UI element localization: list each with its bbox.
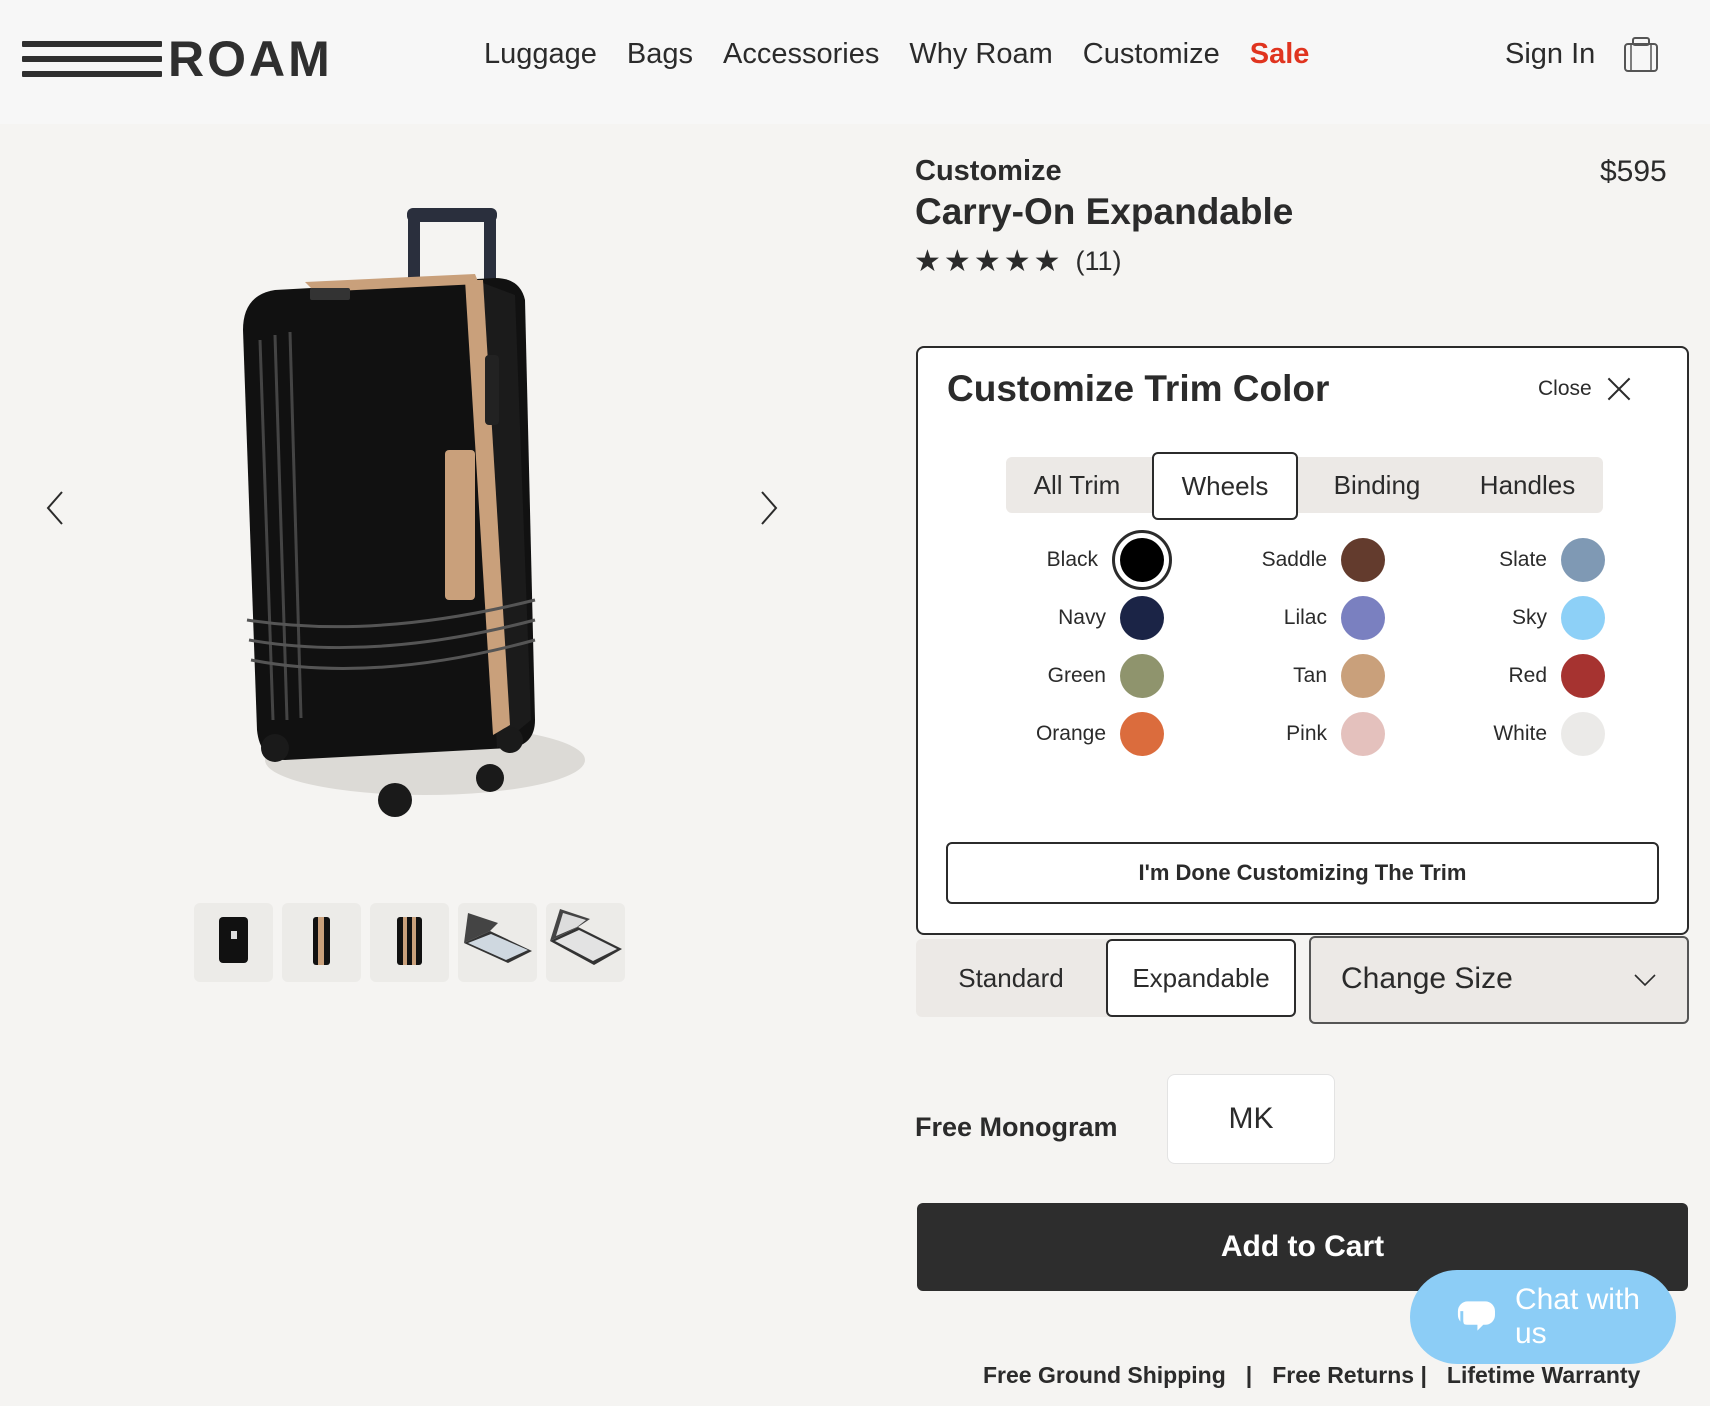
perk-separator: | [1245, 1362, 1253, 1388]
sign-in-link[interactable]: Sign In [1505, 38, 1595, 71]
product-image [243, 208, 585, 817]
color-label: Sky [1511, 606, 1547, 629]
monogram-label: Free Monogram [915, 1112, 1118, 1142]
color-option-white[interactable]: White [1405, 712, 1605, 756]
gallery-prev-icon[interactable] [42, 488, 72, 528]
perk-warranty: Lifetime Warranty [1446, 1362, 1641, 1388]
color-option-black[interactable]: Black [964, 530, 1172, 590]
color-swatch[interactable] [1341, 538, 1385, 582]
done-customizing-button[interactable]: I'm Done Customizing The Trim [946, 842, 1659, 904]
color-swatch[interactable] [1561, 654, 1605, 698]
color-label: Slate [1499, 548, 1547, 571]
nav-sale[interactable]: Sale [1250, 38, 1310, 71]
trim-tabs: All Trim Wheels Binding Handles [1006, 452, 1603, 520]
color-swatch[interactable] [1120, 596, 1164, 640]
color-swatch[interactable] [1341, 654, 1385, 698]
monogram-input[interactable]: MK [1167, 1074, 1335, 1164]
color-swatch[interactable] [1561, 538, 1605, 582]
close-label: Close [1538, 377, 1592, 400]
thumbnail-strip [194, 903, 625, 982]
color-option-pink[interactable]: Pink [1185, 712, 1385, 756]
color-label: Pink [1286, 722, 1327, 745]
color-label: Lilac [1283, 606, 1327, 629]
thumbnail-side[interactable] [282, 903, 361, 982]
size-toggle: Standard Expandable [916, 939, 1296, 1017]
color-label: Navy [1058, 606, 1106, 629]
color-option-red[interactable]: Red [1405, 654, 1605, 698]
color-option-lilac[interactable]: Lilac [1185, 596, 1385, 640]
logo-lines-icon [22, 41, 162, 77]
change-size-label: Change Size [1341, 962, 1513, 995]
thumbnail-front[interactable] [194, 903, 273, 982]
close-icon [1606, 376, 1632, 402]
color-label: Red [1508, 664, 1547, 687]
thumbnail-interior[interactable] [546, 903, 625, 982]
color-label: White [1493, 722, 1547, 745]
chat-bubble-icon [1457, 1301, 1495, 1331]
color-option-slate[interactable]: Slate [1405, 538, 1605, 582]
star-icon: ★ [973, 245, 1001, 278]
thumbnail-open[interactable] [458, 903, 537, 982]
color-label: Tan [1293, 664, 1327, 687]
star-icon: ★ [943, 245, 971, 278]
main-nav: Luggage Bags Accessories Why Roam Custom… [484, 38, 1309, 71]
color-swatch[interactable] [1120, 654, 1164, 698]
thumbnail-back[interactable] [370, 903, 449, 982]
customize-trim-panel: Customize Trim Color Close All Trim Whee… [916, 346, 1689, 935]
star-icon: ★ [1003, 245, 1031, 278]
logo-text: ROAM [168, 31, 333, 87]
close-button[interactable]: Close [1538, 376, 1632, 402]
gallery-next-icon[interactable] [752, 488, 782, 528]
color-option-tan[interactable]: Tan [1185, 654, 1385, 698]
star-icon: ★ [1033, 245, 1061, 278]
color-option-navy[interactable]: Navy [964, 596, 1164, 640]
color-swatch[interactable] [1561, 712, 1605, 756]
nav-accessories[interactable]: Accessories [723, 38, 879, 71]
color-swatch[interactable] [1120, 712, 1164, 756]
color-label: Black [1046, 548, 1098, 571]
roam-logo[interactable]: ROAM [22, 34, 333, 84]
tab-all-trim[interactable]: All Trim [1006, 457, 1148, 513]
perk-shipping: Free Ground Shipping [983, 1362, 1226, 1388]
tab-handles[interactable]: Handles [1452, 457, 1603, 513]
color-label: Saddle [1261, 548, 1327, 571]
nav-luggage[interactable]: Luggage [484, 38, 597, 71]
perk-returns: Free Returns | [1272, 1362, 1427, 1388]
color-label: Orange [1035, 722, 1106, 745]
size-expandable[interactable]: Expandable [1106, 939, 1296, 1017]
color-option-saddle[interactable]: Saddle [1185, 538, 1385, 582]
site-header: ROAM Luggage Bags Accessories Why Roam C… [0, 0, 1710, 124]
color-option-orange[interactable]: Orange [964, 712, 1164, 756]
color-swatch[interactable] [1112, 530, 1172, 590]
star-icon: ★ [914, 245, 941, 278]
color-swatch[interactable] [1561, 596, 1605, 640]
color-option-green[interactable]: Green [964, 654, 1164, 698]
product-kicker: Customize [915, 155, 1062, 187]
product-title: Carry-On Expandable [915, 191, 1294, 232]
nav-customize[interactable]: Customize [1083, 38, 1220, 71]
color-swatch[interactable] [1341, 596, 1385, 640]
nav-bags[interactable]: Bags [627, 38, 693, 71]
chat-label: Chat with us [1514, 1283, 1640, 1350]
bag-icon[interactable] [1622, 36, 1660, 74]
color-dot [1120, 538, 1164, 582]
nav-why-roam[interactable]: Why Roam [909, 38, 1052, 71]
chevron-down-icon [1634, 974, 1656, 987]
size-standard[interactable]: Standard [916, 939, 1106, 1017]
perks-line: Free Ground Shipping | Free Returns | Li… [983, 1362, 1640, 1389]
color-option-sky[interactable]: Sky [1405, 596, 1605, 640]
trim-panel-title: Customize Trim Color [947, 368, 1330, 409]
rating-stars[interactable]: ★ ★ ★ ★ ★ (11) [914, 244, 1122, 279]
color-label: Green [1047, 664, 1106, 687]
tab-wheels[interactable]: Wheels [1152, 452, 1298, 520]
change-size-dropdown[interactable]: Change Size [1309, 936, 1689, 1024]
review-count[interactable]: (11) [1076, 246, 1122, 277]
chat-button[interactable]: Chat with us [1410, 1270, 1676, 1364]
tab-binding[interactable]: Binding [1302, 457, 1452, 513]
product-price: $595 [1600, 155, 1667, 188]
color-swatch[interactable] [1341, 712, 1385, 756]
